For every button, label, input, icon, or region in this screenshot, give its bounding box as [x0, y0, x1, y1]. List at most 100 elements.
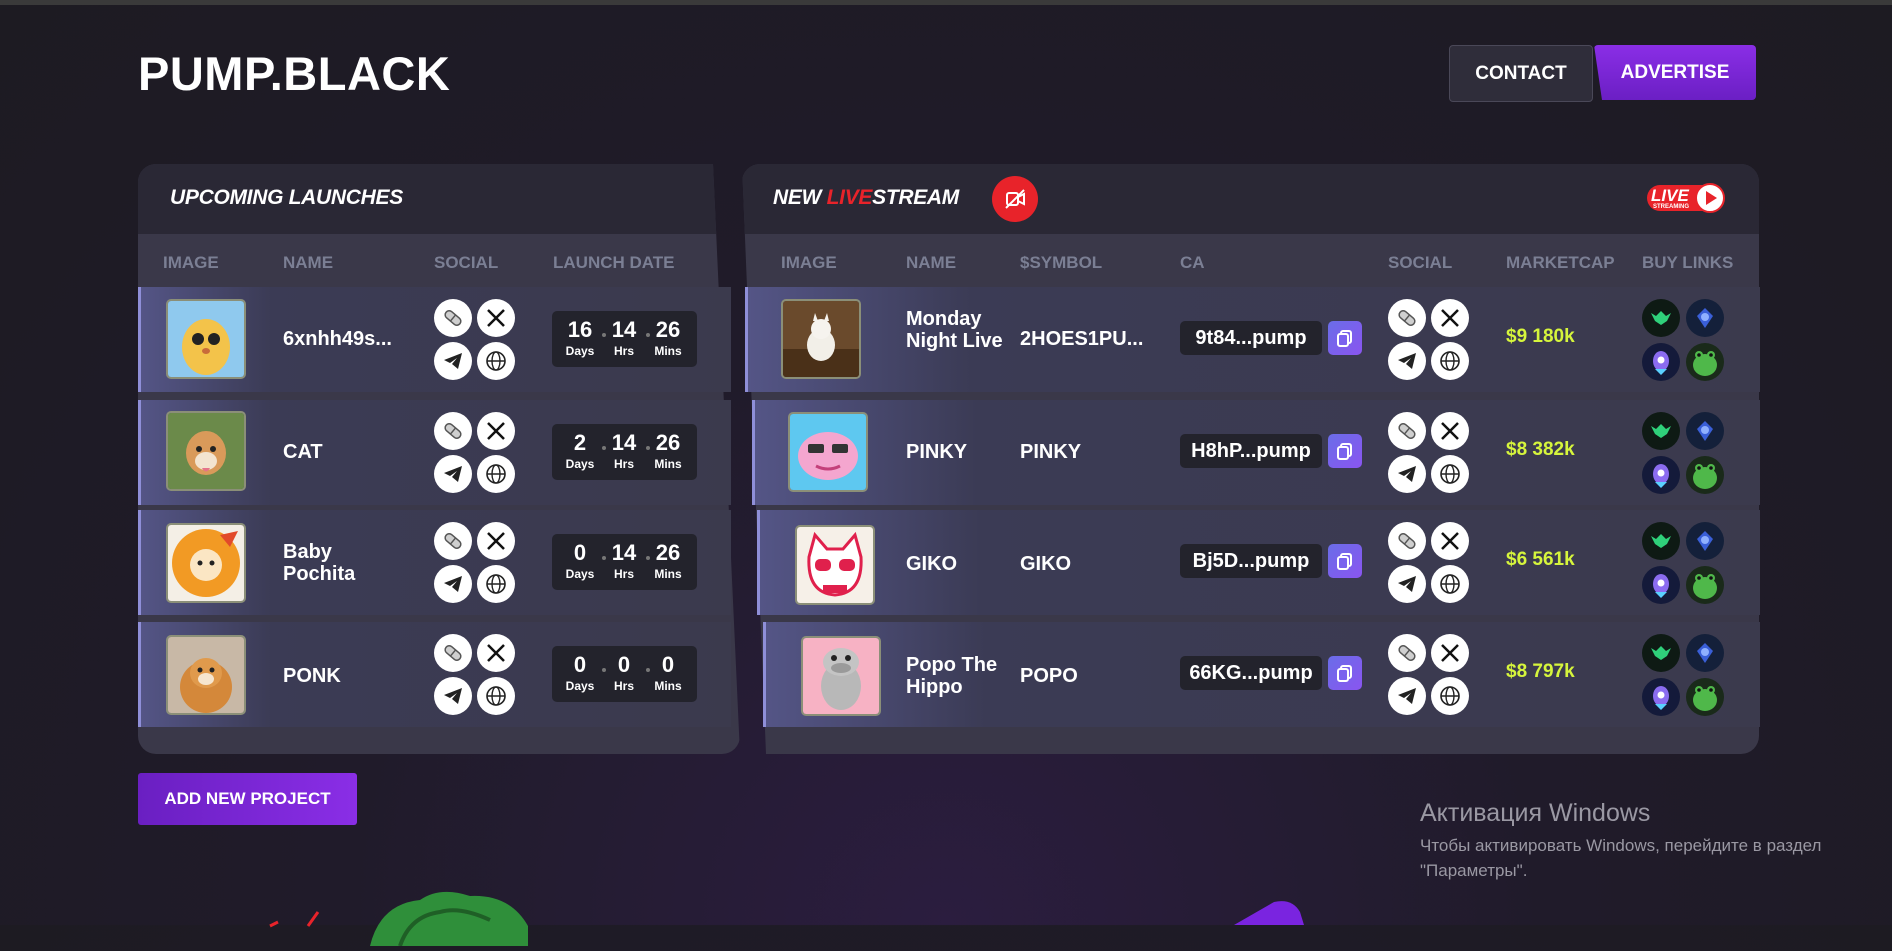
col-launch-date: LAUNCH DATE	[553, 253, 675, 272]
col-marketcap: MARKETCAP	[1506, 253, 1615, 272]
buy-frog-icon[interactable]	[1686, 566, 1724, 604]
buy-bull-icon[interactable]	[1642, 634, 1680, 672]
x-icon[interactable]	[1431, 299, 1469, 337]
pill-icon[interactable]	[434, 412, 472, 450]
timer-separator	[602, 333, 606, 337]
contract-address[interactable]: 9t84...pump	[1180, 321, 1322, 355]
buy-frog-icon[interactable]	[1686, 678, 1724, 716]
copy-icon[interactable]	[1328, 544, 1362, 578]
contact-button[interactable]: CONTACT	[1449, 45, 1593, 102]
buy-blue-icon[interactable]	[1686, 522, 1724, 560]
globe-icon[interactable]	[1431, 565, 1469, 603]
timer-separator	[646, 556, 650, 560]
col-social: SOCIAL	[434, 253, 499, 272]
globe-icon[interactable]	[1431, 677, 1469, 715]
windows-activation-line1: Чтобы активировать Windows, перейдите в …	[1420, 836, 1822, 855]
decorative-red-stroke	[268, 908, 322, 928]
token-name[interactable]: PONK	[283, 665, 341, 687]
timer-hrs-value: 14	[611, 430, 637, 455]
telegram-icon[interactable]	[434, 455, 472, 493]
stream-name[interactable]: Popo The Hippo	[906, 654, 1016, 698]
x-icon[interactable]	[477, 634, 515, 672]
pill-icon[interactable]	[1388, 634, 1426, 672]
live-streaming-badge: LIVE STREAMING	[1647, 183, 1727, 215]
timer-hrs-label: Hrs	[613, 567, 634, 581]
globe-icon[interactable]	[1431, 455, 1469, 493]
advertise-button[interactable]: ADVERTISE	[1594, 45, 1756, 100]
countdown-timer: 2 Days 14 Hrs 26 Mins	[552, 424, 697, 480]
telegram-icon[interactable]	[1388, 342, 1426, 380]
token-symbol: POPO	[1020, 665, 1078, 687]
pill-icon[interactable]	[434, 299, 472, 337]
windows-activation-title: Активация Windows	[1420, 799, 1651, 827]
telegram-icon[interactable]	[1388, 565, 1426, 603]
telegram-icon[interactable]	[434, 565, 472, 603]
buy-rocket-icon[interactable]	[1642, 566, 1680, 604]
token-name[interactable]: Baby Pochita	[283, 541, 393, 585]
token-image	[788, 412, 868, 492]
countdown-timer: 0 Days 0 Hrs 0 Mins	[552, 646, 697, 702]
buy-blue-icon[interactable]	[1686, 299, 1724, 337]
telegram-icon[interactable]	[1388, 455, 1426, 493]
stream-off-icon[interactable]	[992, 176, 1038, 222]
telegram-icon[interactable]	[434, 677, 472, 715]
col-name: NAME	[283, 253, 334, 272]
buy-frog-icon[interactable]	[1686, 456, 1724, 494]
add-new-project-button[interactable]: ADD NEW PROJECT	[138, 773, 357, 825]
stream-name[interactable]: Monday Night Live	[906, 308, 1011, 352]
timer-days-value: 0	[573, 540, 587, 565]
site-logo[interactable]: PUMP.BLACK	[138, 46, 450, 101]
timer-separator	[602, 556, 606, 560]
col-buy-links: BUY LINKS	[1642, 253, 1734, 272]
copy-icon[interactable]	[1328, 434, 1362, 468]
pill-icon[interactable]	[1388, 299, 1426, 337]
buy-bull-icon[interactable]	[1642, 412, 1680, 450]
timer-days-label: Days	[565, 679, 595, 693]
upcoming-title: UPCOMING LAUNCHES	[170, 186, 403, 209]
buy-blue-icon[interactable]	[1686, 634, 1724, 672]
buy-rocket-icon[interactable]	[1642, 456, 1680, 494]
globe-icon[interactable]	[477, 677, 515, 715]
x-icon[interactable]	[1431, 522, 1469, 560]
buy-blue-icon[interactable]	[1686, 412, 1724, 450]
buy-bull-icon[interactable]	[1642, 299, 1680, 337]
token-image	[166, 523, 246, 603]
telegram-icon[interactable]	[434, 342, 472, 380]
buy-rocket-icon[interactable]	[1642, 678, 1680, 716]
livestream-title: NEW LIVESTREAM	[773, 186, 959, 210]
x-icon[interactable]	[477, 299, 515, 337]
contract-address[interactable]: 66KG...pump	[1180, 656, 1322, 690]
countdown-timer: 0 Days 14 Hrs 26 Mins	[552, 534, 697, 590]
market-cap: $9 180k	[1506, 326, 1575, 347]
buy-bull-icon[interactable]	[1642, 522, 1680, 560]
timer-separator	[602, 668, 606, 672]
globe-icon[interactable]	[477, 565, 515, 603]
globe-icon[interactable]	[477, 342, 515, 380]
pill-icon[interactable]	[434, 522, 472, 560]
stream-name[interactable]: GIKO	[906, 553, 957, 575]
timer-hrs-value: 0	[617, 652, 631, 677]
buy-frog-icon[interactable]	[1686, 343, 1724, 381]
x-icon[interactable]	[1431, 412, 1469, 450]
contract-address[interactable]: H8hP...pump	[1180, 434, 1322, 468]
contract-address[interactable]: Bj5D...pump	[1180, 544, 1322, 578]
buy-rocket-icon[interactable]	[1642, 343, 1680, 381]
pill-icon[interactable]	[434, 634, 472, 672]
x-icon[interactable]	[477, 412, 515, 450]
token-name[interactable]: CAT	[283, 441, 323, 463]
windows-activation-text: Чтобы активировать Windows, перейдите в …	[1420, 833, 1821, 883]
play-icon	[1695, 183, 1725, 213]
globe-icon[interactable]	[1431, 342, 1469, 380]
x-icon[interactable]	[477, 522, 515, 560]
x-icon[interactable]	[1431, 634, 1469, 672]
globe-icon[interactable]	[477, 455, 515, 493]
stream-name[interactable]: PINKY	[906, 441, 967, 463]
pill-icon[interactable]	[1388, 412, 1426, 450]
timer-separator	[602, 446, 606, 450]
token-symbol: 2HOES1PU...	[1020, 328, 1144, 350]
telegram-icon[interactable]	[1388, 677, 1426, 715]
token-name[interactable]: 6xnhh49s...	[283, 328, 392, 350]
pill-icon[interactable]	[1388, 522, 1426, 560]
copy-icon[interactable]	[1328, 321, 1362, 355]
copy-icon[interactable]	[1328, 656, 1362, 690]
